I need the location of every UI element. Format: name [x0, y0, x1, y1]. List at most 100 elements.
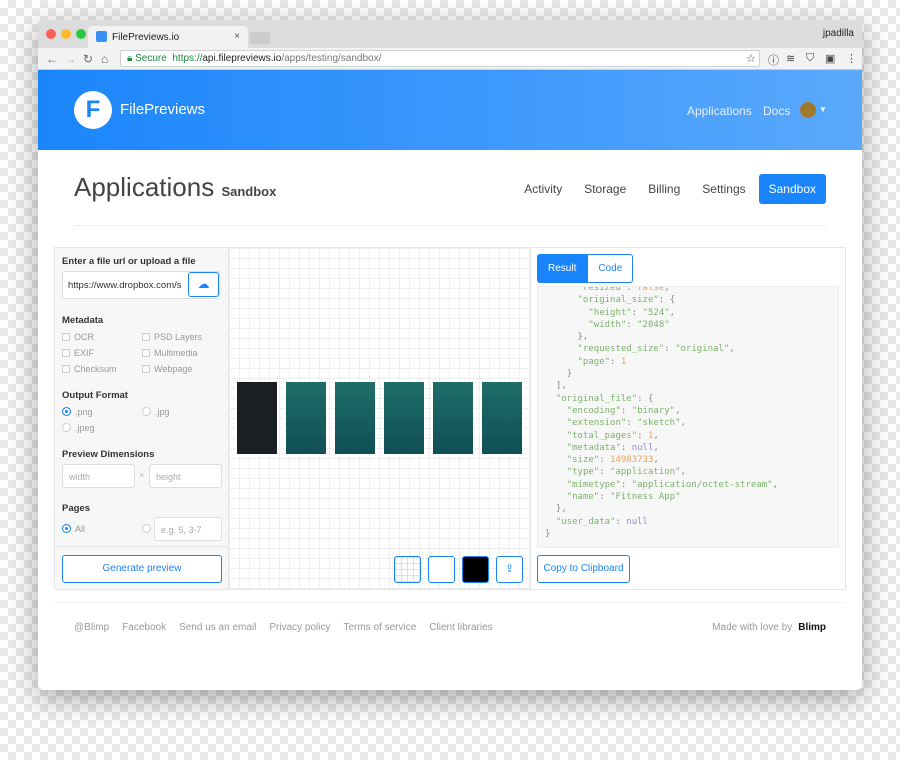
- radio-png[interactable]: .png: [62, 407, 93, 417]
- tab-result[interactable]: Result: [537, 254, 588, 283]
- tab-activity[interactable]: Activity: [515, 174, 571, 204]
- blimp-logo[interactable]: Blimp: [798, 622, 826, 633]
- bookmark-star-icon[interactable]: ☆: [746, 52, 756, 65]
- preview-thumbnail[interactable]: [432, 381, 474, 455]
- preview-thumbnail[interactable]: [334, 381, 376, 455]
- extension-icon[interactable]: ▣: [825, 52, 835, 65]
- code-line: "original_file": {: [555, 393, 654, 404]
- back-icon[interactable]: ←: [46, 52, 58, 66]
- pages-range-input[interactable]: e.g. 5, 3-7: [154, 517, 222, 541]
- code-line: "encoding": "binary",: [566, 405, 681, 416]
- url-path: /apps/testing/sandbox/: [281, 53, 382, 64]
- address-bar[interactable]: 🔒︎ Secure https://api.filepreviews.io/ap…: [120, 50, 760, 67]
- browser-window: FilePreviews.io × jpadilla ← → ↻ ⌂ 🔒︎ Sec…: [38, 20, 862, 690]
- sandbox-panel: Enter a file url or upload a file https:…: [54, 247, 846, 590]
- black-background-button[interactable]: [462, 556, 489, 583]
- radio-jpeg[interactable]: .jpeg: [62, 423, 95, 433]
- tab-settings[interactable]: Settings: [693, 174, 754, 204]
- tab-title: FilePreviews.io: [112, 32, 180, 43]
- url-label: Enter a file url or upload a file: [62, 256, 196, 267]
- preview-area: ⇪: [229, 248, 531, 589]
- brand-name[interactable]: FilePreviews: [120, 101, 205, 118]
- forward-icon[interactable]: →: [64, 52, 76, 66]
- close-window-button[interactable]: [46, 29, 56, 39]
- reload-icon[interactable]: ↻: [83, 52, 93, 66]
- json-result[interactable]: "resized": false, "original_size": { "he…: [537, 286, 839, 548]
- nav-applications[interactable]: Applications: [687, 104, 752, 118]
- footer-link-client-libraries[interactable]: Client libraries: [429, 622, 492, 633]
- url-scheme: https://: [172, 53, 203, 64]
- white-background-button[interactable]: [428, 556, 455, 583]
- tab-storage[interactable]: Storage: [575, 174, 635, 204]
- checkbox-webpage[interactable]: Webpage: [142, 364, 192, 374]
- pages-label: Pages: [62, 503, 90, 514]
- code-line: "metadata": null,: [566, 442, 659, 453]
- checkbox-label: Multimedia: [154, 348, 198, 358]
- checkbox-ocr[interactable]: OCR: [62, 332, 94, 342]
- upload-cloud-icon[interactable]: ☁: [188, 272, 219, 297]
- nav-docs[interactable]: Docs: [763, 104, 790, 118]
- preview-thumbnail[interactable]: [481, 381, 523, 455]
- output-format-label: Output Format: [62, 390, 128, 401]
- checkbox-exif[interactable]: EXIF: [62, 348, 94, 358]
- code-line: "total_pages": 1,: [566, 430, 659, 441]
- footer-link-privacy[interactable]: Privacy policy: [269, 622, 330, 633]
- buffer-extension-icon[interactable]: ≋: [786, 52, 795, 65]
- user-avatar[interactable]: [800, 102, 816, 118]
- close-tab-icon[interactable]: ×: [234, 31, 240, 42]
- share-icon[interactable]: ⇪: [496, 556, 523, 583]
- home-icon[interactable]: ⌂: [101, 52, 108, 66]
- height-input[interactable]: height: [149, 464, 222, 488]
- code-line: ],: [545, 381, 567, 392]
- divider: [54, 602, 846, 603]
- tab-code[interactable]: Code: [587, 254, 634, 283]
- code-line: }: [545, 528, 551, 539]
- checkbox-checksum[interactable]: Checksum: [62, 364, 117, 374]
- footer-link-facebook[interactable]: Facebook: [122, 622, 166, 633]
- chevron-down-icon[interactable]: ▼: [819, 105, 827, 114]
- code-line: "extension": "sketch",: [566, 418, 686, 429]
- checkbox-psd-layers[interactable]: PSD Layers: [142, 332, 202, 342]
- minimize-window-button[interactable]: [61, 29, 71, 39]
- preview-thumbnail[interactable]: [236, 381, 278, 455]
- footer-link-email[interactable]: Send us an email: [179, 622, 256, 633]
- browser-tab[interactable]: FilePreviews.io ×: [88, 26, 248, 48]
- code-line: "resized": false,: [577, 286, 670, 293]
- profile-name[interactable]: jpadilla: [823, 28, 854, 39]
- tab-sandbox[interactable]: Sandbox: [758, 174, 826, 204]
- onepassword-extension-icon[interactable]: ⓘ: [768, 52, 779, 68]
- checkbox-label: PSD Layers: [154, 332, 203, 342]
- tab-bar: FilePreviews.io × jpadilla: [38, 20, 862, 48]
- new-tab-button[interactable]: [250, 32, 270, 44]
- lock-icon: 🔒︎: [127, 53, 136, 64]
- secure-label: Secure: [135, 53, 167, 64]
- url-host: api.filepreviews.io: [202, 53, 282, 64]
- shield-extension-icon[interactable]: ⛉: [806, 52, 814, 65]
- grid-background-button[interactable]: [394, 556, 421, 583]
- site-header: F FilePreviews Applications Docs ▼: [38, 70, 862, 150]
- address-toolbar: ← → ↻ ⌂ 🔒︎ Secure https://api.fileprevie…: [38, 48, 862, 70]
- checkbox-multimedia[interactable]: Multimedia: [142, 348, 198, 358]
- copy-to-clipboard-button[interactable]: Copy to Clipboard: [537, 555, 630, 583]
- code-line: }: [545, 369, 573, 380]
- tab-billing[interactable]: Billing: [639, 174, 689, 204]
- generate-preview-button[interactable]: Generate preview: [62, 555, 222, 583]
- footer-link-blimp[interactable]: @Blimp: [74, 622, 109, 633]
- code-line: "width": "2048": [588, 319, 670, 330]
- checkbox-label: OCR: [74, 332, 94, 342]
- menu-kebab-icon[interactable]: ⋮: [846, 52, 857, 65]
- favicon-icon: [96, 31, 107, 42]
- code-line: "type": "application",: [566, 467, 686, 478]
- width-input[interactable]: width: [62, 464, 135, 488]
- preview-thumbnail[interactable]: [383, 381, 425, 455]
- page-title: Applications Sandbox: [74, 172, 276, 203]
- preview-thumbnail[interactable]: [285, 381, 327, 455]
- radio-jpg[interactable]: .jpg: [142, 407, 170, 417]
- maximize-window-button[interactable]: [76, 29, 86, 39]
- preview-dimensions-label: Preview Dimensions: [62, 449, 155, 460]
- radio-pages-all[interactable]: All: [62, 524, 85, 534]
- footer-links: @Blimp Facebook Send us an email Privacy…: [74, 622, 493, 633]
- filepreviews-logo[interactable]: F: [74, 91, 112, 129]
- radio-label: .jpg: [155, 407, 170, 417]
- footer-link-terms[interactable]: Terms of service: [344, 622, 417, 633]
